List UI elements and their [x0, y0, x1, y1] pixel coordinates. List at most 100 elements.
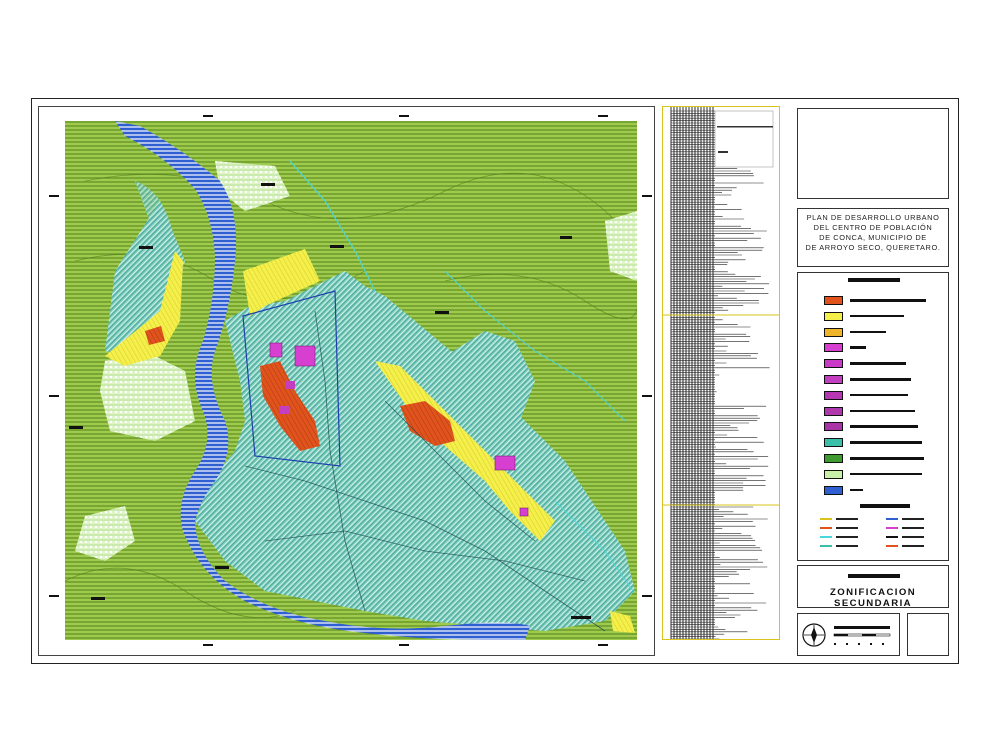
- equipment-zone: [520, 508, 528, 516]
- symbology-label-bar: [902, 536, 924, 538]
- legend-item: [824, 438, 944, 448]
- symbology-item: [820, 543, 870, 549]
- frame-tick: [49, 595, 59, 597]
- legend-item: [824, 375, 944, 385]
- legend-swatch: [824, 312, 843, 321]
- symbology-item: [886, 525, 936, 531]
- logo-box: [797, 108, 949, 199]
- legend-label-bar: [850, 315, 904, 318]
- legend-swatch: [824, 438, 843, 447]
- equipment-zone: [280, 406, 290, 414]
- legend-item: [824, 407, 944, 417]
- frame-tick: [203, 644, 213, 646]
- symbology-label-bar: [902, 527, 924, 529]
- frame-tick: [598, 115, 608, 117]
- legend-item: [824, 422, 944, 432]
- legend-swatch: [824, 391, 843, 400]
- symbology-item: [886, 534, 936, 540]
- zoning-map-canvas: [65, 121, 637, 640]
- legend-label-bar: [850, 362, 906, 365]
- symbology-line: [820, 536, 832, 538]
- legend-label-bar: [850, 457, 924, 460]
- schedule-header-text-bar: [717, 126, 773, 128]
- legend-swatch: [824, 375, 843, 384]
- legend-label-bar: [850, 410, 915, 413]
- legend-item: [824, 343, 944, 353]
- sheet-number-box: [907, 613, 949, 656]
- plan-title-line: DEL CENTRO DE POBLACIÓN: [798, 223, 948, 233]
- zoning-schedule-panel: [662, 106, 780, 640]
- symbology-item: [886, 516, 936, 522]
- symbology-line: [820, 527, 832, 529]
- equipment-zone: [295, 346, 315, 366]
- legend-swatch: [824, 359, 843, 368]
- legend-label-bar: [850, 394, 908, 397]
- north-arrow-icon: [802, 623, 826, 647]
- legend-item: [824, 312, 944, 322]
- frame-tick: [642, 395, 652, 397]
- frame-tick: [399, 644, 409, 646]
- symbology-item: [886, 543, 936, 549]
- frame-tick: [203, 115, 213, 117]
- equipment-zone: [495, 456, 515, 470]
- equipment-zone: [270, 343, 282, 357]
- legend-heading-bar: [848, 278, 900, 282]
- schedule-header-box: [715, 111, 773, 167]
- legend-label-bar: [850, 346, 866, 349]
- legend-label-bar: [850, 331, 886, 334]
- legend-swatch: [824, 296, 843, 305]
- symbology-label-bar: [836, 518, 858, 520]
- symbology-line: [886, 536, 898, 538]
- symbology-line: [886, 518, 898, 520]
- frame-tick: [49, 395, 59, 397]
- zoning-map[interactable]: [65, 121, 637, 640]
- frame-tick: [49, 195, 59, 197]
- schedule-header-text-bar: [718, 151, 728, 153]
- symbology-label-bar: [902, 518, 924, 520]
- symbology-item: [820, 534, 870, 540]
- zoning-schedule-table: [663, 107, 779, 639]
- legend-label-bar: [850, 441, 922, 444]
- legend-label-bar: [850, 473, 922, 476]
- legend-label-bar: [850, 425, 918, 428]
- equipment-zone: [285, 381, 295, 389]
- sheet-name-box: ZONIFICACION SECUNDARIA: [797, 565, 949, 608]
- legend-swatch: [824, 454, 843, 463]
- legend-item: [824, 486, 944, 496]
- legend-item: [824, 296, 944, 306]
- legend-swatch: [824, 486, 843, 495]
- symbology-line: [886, 545, 898, 547]
- north-scale-box: [797, 613, 900, 656]
- symbology-line: [886, 527, 898, 529]
- legend-swatch: [824, 407, 843, 416]
- symbology-label-bar: [836, 536, 858, 538]
- frame-tick: [399, 115, 409, 117]
- legend-swatch: [824, 422, 843, 431]
- legend-label-bar: [850, 299, 926, 302]
- symbology-item: [820, 516, 870, 522]
- frame-tick: [598, 644, 608, 646]
- legend-swatch: [824, 470, 843, 479]
- symbology-line: [820, 518, 832, 520]
- legend-item: [824, 391, 944, 401]
- legend-item: [824, 454, 944, 464]
- legend-swatch: [824, 343, 843, 352]
- plan-title-line: DE ARROYO SECO, QUERETARO.: [798, 243, 948, 253]
- sheet-subtitle-bar: [848, 574, 900, 578]
- symbology-label-bar: [836, 527, 858, 529]
- plan-title-line: PLAN DE DESARROLLO URBANO: [798, 213, 948, 223]
- plan-title-line: DE CONCA, MUNICIPIO DE: [798, 233, 948, 243]
- frame-tick: [642, 595, 652, 597]
- legend-box: [797, 272, 949, 561]
- legend-item: [824, 328, 944, 338]
- symbology-item: [820, 525, 870, 531]
- symbology-label-bar: [902, 545, 924, 547]
- legend-label-bar: [850, 378, 911, 381]
- symbology-heading-bar: [860, 504, 910, 508]
- legend-swatch: [824, 328, 843, 337]
- frame-tick: [642, 195, 652, 197]
- sheet-name: ZONIFICACION SECUNDARIA: [798, 587, 948, 609]
- scale-bar-icon: [832, 624, 894, 650]
- legend-item: [824, 359, 944, 369]
- symbology-label-bar: [836, 545, 858, 547]
